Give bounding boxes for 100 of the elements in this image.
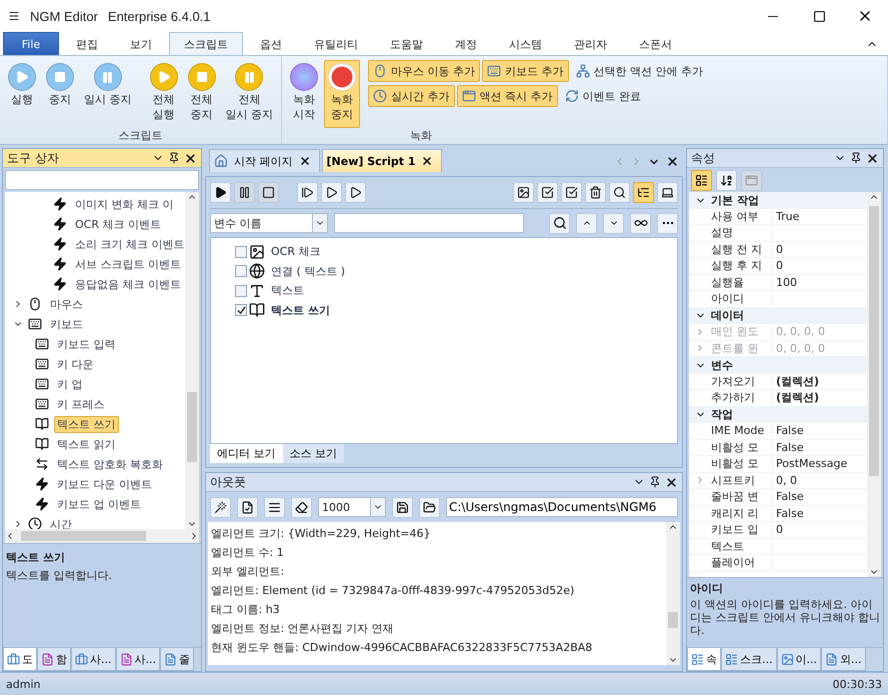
ribbon-tab[interactable]: 옵션 xyxy=(245,32,297,55)
ribbon-button[interactable]: 중지 xyxy=(42,60,78,128)
property-value[interactable]: 0 xyxy=(773,523,783,536)
property-value[interactable]: True xyxy=(773,210,800,223)
path-field[interactable]: C:\Users\ngmas\Documents\NGM6 xyxy=(446,497,678,517)
ribbon-tab[interactable]: 관리자 xyxy=(559,32,622,55)
tree-item[interactable]: 키보드 다운 이벤트 xyxy=(54,476,155,492)
document-tab[interactable]: [New] Script 1 xyxy=(322,149,442,172)
property-name[interactable]: 실행 전 지 xyxy=(711,242,773,257)
tree-item[interactable]: 이미지 변화 체크 이 xyxy=(72,196,176,212)
panel-tab[interactable]: 속 xyxy=(687,648,721,671)
property-value[interactable]: False xyxy=(773,440,804,454)
property-value[interactable]: False xyxy=(773,490,804,504)
checkbox[interactable] xyxy=(235,304,247,316)
action-item[interactable]: 텍스트 쓰기 xyxy=(271,302,330,318)
document-tab[interactable]: 시작 페이지 xyxy=(209,149,320,172)
ribbon-tab[interactable]: 스폰서 xyxy=(624,32,687,55)
search-field[interactable] xyxy=(334,213,524,233)
property-name[interactable]: 가져오기 xyxy=(711,374,773,389)
property-name[interactable]: 텍스트 xyxy=(711,538,773,554)
tree-item[interactable]: 응답없음 체크 이벤트 xyxy=(72,276,184,292)
ribbon-tab[interactable]: 편집 xyxy=(61,32,113,55)
loop-button[interactable] xyxy=(630,212,651,234)
property-value[interactable]: (컬렉션) xyxy=(773,374,820,389)
toolbar-button[interactable] xyxy=(609,182,630,203)
panel-tab[interactable]: 줄 xyxy=(160,648,194,671)
ribbon-small-button[interactable]: 키보드 추가 xyxy=(482,60,568,82)
panel-tab[interactable]: 도 xyxy=(3,648,37,671)
tree-item[interactable]: 키보드 xyxy=(47,316,86,332)
toolbar-button[interactable] xyxy=(657,182,678,203)
file-menu-button[interactable]: File xyxy=(3,32,59,55)
panel-tab[interactable]: 사... xyxy=(116,648,160,671)
ribbon-tab[interactable]: 도움말 xyxy=(375,32,438,55)
tree-item[interactable]: 키 프레스 xyxy=(54,396,108,412)
scrollbar-thumb[interactable] xyxy=(187,392,197,462)
toolbar-button[interactable] xyxy=(633,182,654,203)
property-name[interactable]: 실행 후 지 xyxy=(711,258,773,274)
variable-dropdown[interactable]: 변수 이름 xyxy=(210,213,328,233)
ribbon-small-button[interactable]: 이벤트 완료 xyxy=(560,85,646,107)
view-tab[interactable]: 에디터 보기 xyxy=(210,444,282,463)
checkbox[interactable] xyxy=(235,265,247,278)
property-value[interactable]: 100 xyxy=(773,276,797,289)
property-value[interactable]: 0 xyxy=(773,259,783,272)
property-name[interactable]: 추가하기 xyxy=(711,390,773,406)
scrollbar[interactable] xyxy=(5,529,199,543)
property-value[interactable]: PostMessage xyxy=(773,457,848,470)
property-value[interactable]: 0, 0 xyxy=(773,474,797,487)
property-name[interactable]: 아이디 xyxy=(711,291,773,306)
action-item[interactable]: 텍스트 xyxy=(271,283,304,298)
file-check-button[interactable] xyxy=(237,496,258,518)
property-name[interactable]: IME Mode xyxy=(711,424,773,438)
toolbar-button[interactable] xyxy=(345,182,366,203)
ribbon-small-button[interactable]: 실시간 추가 xyxy=(368,85,454,107)
panel-tab[interactable]: 스크... xyxy=(721,648,776,671)
clean-button[interactable] xyxy=(210,496,231,518)
save-button[interactable] xyxy=(392,496,413,518)
ribbon-small-button[interactable]: 액션 즉시 추가 xyxy=(456,85,558,107)
property-name[interactable]: 비활성 모 xyxy=(711,440,773,455)
record-button[interactable]: 녹화 시작 xyxy=(286,60,322,128)
toolbar-button[interactable] xyxy=(210,182,231,203)
property-name[interactable]: 설명 xyxy=(711,225,773,240)
ribbon-small-button[interactable]: 마우스 이동 추가 xyxy=(368,60,480,82)
toolbar-button[interactable] xyxy=(537,182,558,203)
category-title[interactable]: 데이터 xyxy=(711,308,744,324)
tree-item[interactable]: 키 다운 xyxy=(54,356,96,372)
scrollbar[interactable] xyxy=(867,192,881,577)
toolbar-button[interactable] xyxy=(297,182,318,203)
sort-button[interactable] xyxy=(716,170,737,190)
action-item[interactable]: OCR 체크 xyxy=(271,244,320,260)
ribbon-button[interactable]: 전체 중지 xyxy=(184,60,220,128)
tree-item[interactable]: 키보드 입력 xyxy=(54,336,118,352)
toolbar-button[interactable] xyxy=(321,182,342,203)
property-value[interactable]: False xyxy=(773,506,804,520)
tree-item[interactable]: 소리 크기 체크 이벤트 xyxy=(72,236,185,252)
panel-tab[interactable]: 사... xyxy=(71,648,116,671)
toolbar-button[interactable] xyxy=(561,182,582,203)
property-name[interactable]: 플레이어 xyxy=(711,555,773,570)
toolbar-button[interactable] xyxy=(513,182,534,203)
open-folder-button[interactable] xyxy=(419,496,440,518)
tree-item[interactable]: 텍스트 암호화 복호화 xyxy=(54,456,166,472)
tree-item[interactable]: 서브 스크립트 이벤트 xyxy=(72,256,184,272)
ribbon-tab[interactable]: 계정 xyxy=(440,32,492,55)
tree-item[interactable]: 키 업 xyxy=(54,376,86,392)
property-name[interactable]: 사용 여부 xyxy=(711,208,773,224)
search-button[interactable] xyxy=(549,212,570,234)
eraser-button[interactable] xyxy=(291,496,312,518)
scrollbar[interactable] xyxy=(185,192,199,529)
property-name[interactable]: 키보드 입 xyxy=(711,522,773,538)
tree-item[interactable]: OCR 체크 이벤트 xyxy=(72,216,164,232)
ribbon-button[interactable]: 일시 중지 xyxy=(80,60,136,128)
panel-tab[interactable]: 함 xyxy=(37,648,71,671)
scrollbar-thumb[interactable] xyxy=(668,612,678,628)
record-button[interactable]: 녹화 중지 xyxy=(324,60,360,128)
tree-item[interactable]: 키보드 업 이벤트 xyxy=(54,496,144,512)
number-field[interactable]: 1000 xyxy=(318,497,386,517)
panel-tab[interactable]: 외... xyxy=(821,648,866,671)
property-name[interactable]: 시프트키 xyxy=(711,472,773,488)
list-button[interactable] xyxy=(264,496,285,518)
scrollbar-thumb[interactable] xyxy=(869,206,879,476)
ribbon-tab[interactable]: 보기 xyxy=(115,32,167,55)
